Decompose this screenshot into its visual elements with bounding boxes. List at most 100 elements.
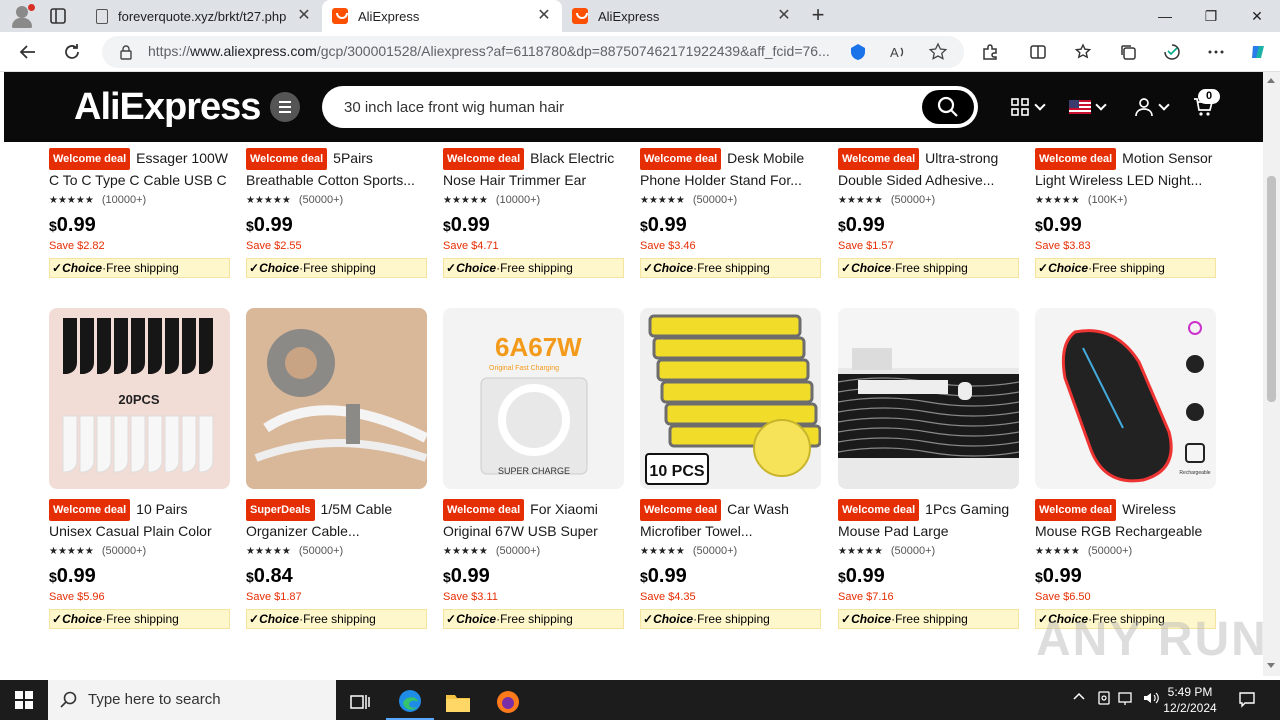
region-selector[interactable] xyxy=(1069,94,1107,120)
page-scrollbar[interactable] xyxy=(1263,72,1280,676)
task-view-icon[interactable] xyxy=(336,684,384,720)
product-title[interactable]: Welcome deal Car Wash Microfiber Towel... xyxy=(640,499,821,539)
choice-shipping-banner: ✓Choice·Free shipping xyxy=(640,258,821,278)
taskbar-search-box[interactable]: Type here to search xyxy=(48,680,336,720)
address-bar[interactable]: https://www.aliexpress.com/gcp/300001528… xyxy=(102,36,964,68)
refresh-button[interactable] xyxy=(58,38,86,66)
show-hidden-icons-chevron-icon[interactable] xyxy=(1072,690,1086,710)
svg-text:Original Fast Charging: Original Fast Charging xyxy=(489,365,559,372)
tab-actions-icon[interactable] xyxy=(48,6,72,26)
browser-tab-3[interactable]: AliExpress ✕ xyxy=(562,0,802,32)
back-button[interactable] xyxy=(14,38,42,66)
product-card[interactable]: Welcome deal Motion Sensor Light Wireless… xyxy=(1035,148,1216,278)
choice-label: Choice xyxy=(259,261,300,275)
product-title[interactable]: SuperDeals 1/5M Cable Organizer Cable... xyxy=(246,499,427,539)
product-title[interactable]: Welcome deal 5Pairs Breathable Cotton Spo… xyxy=(246,148,427,188)
product-card[interactable]: 10 PCS Welcome deal Car Wash Microfiber To… xyxy=(640,308,821,629)
browser-essentials-icon[interactable] xyxy=(1158,38,1186,66)
taskbar-clock[interactable]: 5:49 PM 12/2/2024 xyxy=(1160,684,1220,716)
clock-date: 12/2/2024 xyxy=(1163,701,1217,715)
browser-tab-2[interactable]: AliExpress ✕ xyxy=(322,0,562,32)
search-button[interactable] xyxy=(922,90,974,124)
product-title[interactable]: Welcome deal Motion Sensor Light Wireless… xyxy=(1035,148,1216,188)
more-menu-icon[interactable] xyxy=(1202,38,1230,66)
product-card[interactable]: Rechargeable Welcome deal Wireless Mouse R… xyxy=(1035,308,1216,629)
categories-menu-button[interactable] xyxy=(270,92,300,122)
product-card[interactable]: Welcome deal Essager 100W C To C Type C C… xyxy=(49,148,230,278)
clock-time: 5:49 PM xyxy=(1167,685,1213,699)
checkmark-icon: ✓ xyxy=(446,261,457,275)
anyrun-watermark: ANY RUN xyxy=(1036,613,1268,666)
shield-tag-icon[interactable] xyxy=(848,42,868,62)
new-tab-button[interactable]: + xyxy=(806,4,830,28)
account-button[interactable] xyxy=(1134,94,1170,120)
read-aloud-icon[interactable]: A xyxy=(888,42,908,62)
split-screen-icon[interactable] xyxy=(1024,38,1052,66)
shipping-text: Free shipping xyxy=(303,612,376,626)
extensions-icon[interactable] xyxy=(976,38,1004,66)
product-image[interactable]: 10 PCS xyxy=(640,308,821,489)
favorite-star-icon[interactable] xyxy=(928,42,948,62)
product-card[interactable]: 6A67W Original Fast Charging SUPER CHARGE W… xyxy=(443,308,624,629)
product-card[interactable]: Welcome deal Ultra-strong Double Sided Ad… xyxy=(838,148,1019,278)
product-image[interactable]: Rechargeable xyxy=(1035,308,1216,489)
product-image[interactable] xyxy=(838,308,1019,489)
product-card[interactable]: 20PCS Welcome deal 10 Pairs Unisex Casual … xyxy=(49,308,230,629)
product-title[interactable]: Welcome deal Black Electric Nose Hair Tri… xyxy=(443,148,624,188)
file-explorer-icon[interactable] xyxy=(434,684,482,720)
volume-icon[interactable] xyxy=(1142,690,1160,710)
tab-title: AliExpress xyxy=(358,8,420,24)
product-rating: ★★★★★ (50000+) xyxy=(640,192,821,208)
product-card[interactable]: Welcome deal Black Electric Nose Hair Tri… xyxy=(443,148,624,278)
choice-label: Choice xyxy=(62,261,103,275)
edge-taskbar-icon[interactable] xyxy=(386,684,434,720)
product-price: $0.99 xyxy=(640,565,821,588)
aliexpress-logo[interactable]: AliExpress xyxy=(74,86,261,129)
copilot-icon[interactable] xyxy=(1244,38,1272,66)
product-title[interactable]: Welcome deal Ultra-strong Double Sided Ad… xyxy=(838,148,1019,188)
close-window-button[interactable]: ✕ xyxy=(1234,0,1280,32)
shipping-text: Free shipping xyxy=(106,261,179,275)
aliexpress-icon xyxy=(332,8,348,24)
close-icon[interactable]: ✕ xyxy=(296,8,312,24)
scroll-down-arrow-icon[interactable] xyxy=(1267,663,1275,668)
network-status-icon[interactable] xyxy=(1096,690,1112,710)
product-card[interactable]: Welcome deal 5Pairs Breathable Cotton Spo… xyxy=(246,148,427,278)
choice-label: Choice xyxy=(1048,261,1089,275)
product-card[interactable]: SuperDeals 1/5M Cable Organizer Cable... ★… xyxy=(246,308,427,629)
favorites-icon[interactable] xyxy=(1070,38,1098,66)
search-input[interactable] xyxy=(344,94,904,120)
collections-icon[interactable] xyxy=(1114,38,1142,66)
minimize-button[interactable]: — xyxy=(1142,0,1188,32)
notification-center-icon[interactable] xyxy=(1238,690,1256,710)
url-text[interactable]: https://www.aliexpress.com/gcp/300001528… xyxy=(148,43,848,59)
product-title[interactable]: Welcome deal 1Pcs Gaming Mouse Pad Large … xyxy=(838,499,1019,539)
svg-text:Rechargeable: Rechargeable xyxy=(1179,470,1210,476)
product-card[interactable]: Welcome deal 1Pcs Gaming Mouse Pad Large … xyxy=(838,308,1019,629)
close-icon[interactable]: ✕ xyxy=(776,8,792,24)
firefox-icon[interactable] xyxy=(484,684,532,720)
start-button[interactable] xyxy=(0,680,48,720)
product-image[interactable]: 20PCS xyxy=(49,308,230,489)
scroll-up-arrow-icon[interactable] xyxy=(1267,78,1275,83)
ethernet-icon[interactable] xyxy=(1118,690,1136,710)
choice-shipping-banner: ✓Choice·Free shipping xyxy=(443,258,624,278)
product-title[interactable]: Welcome deal Essager 100W C To C Type C C… xyxy=(49,148,230,188)
deal-badge: Welcome deal xyxy=(1035,148,1117,170)
product-title[interactable]: Welcome deal Wireless Mouse RGB Rechargea… xyxy=(1035,499,1216,539)
lock-icon[interactable] xyxy=(118,44,134,60)
app-download-button[interactable] xyxy=(1010,94,1046,120)
product-image[interactable] xyxy=(246,308,427,489)
sold-count: (50000+) xyxy=(692,545,738,557)
profile-icon[interactable] xyxy=(8,4,36,28)
rating-stars: ★★★★★ xyxy=(838,545,883,557)
product-title[interactable]: Welcome deal For Xiaomi Original 67W USB … xyxy=(443,499,624,539)
product-title[interactable]: Welcome deal 10 Pairs Unisex Casual Plain… xyxy=(49,499,230,539)
close-icon[interactable]: ✕ xyxy=(536,8,552,24)
product-image[interactable]: 6A67W Original Fast Charging SUPER CHARGE xyxy=(443,308,624,489)
restore-button[interactable]: ❐ xyxy=(1188,0,1234,32)
browser-tab-1[interactable]: foreverquote.xyz/brkt/t27.php ✕ xyxy=(84,0,322,32)
product-card[interactable]: Welcome deal Desk Mobile Phone Holder Sta… xyxy=(640,148,821,278)
product-title[interactable]: Welcome deal Desk Mobile Phone Holder Sta… xyxy=(640,148,821,188)
scrollbar-thumb[interactable] xyxy=(1267,176,1276,402)
